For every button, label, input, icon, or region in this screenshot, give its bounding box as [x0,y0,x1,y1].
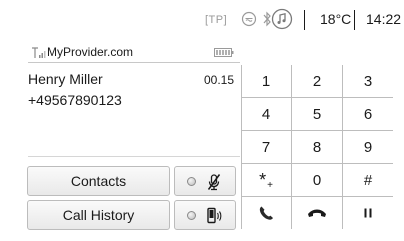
key-6[interactable]: 6 [343,98,393,130]
temperature: 18°C [320,11,352,27]
end-call-button[interactable] [292,197,342,229]
keypad-grid-line [241,196,393,197]
provider-name: MyProvider.com [47,45,134,59]
toggle-indicator [187,177,196,186]
battery-icon [214,48,234,57]
key-2[interactable]: 2 [292,65,342,97]
mute-toggle-button[interactable] [174,166,236,196]
pause-icon [364,208,372,218]
bluetooth-icon [241,11,257,27]
star-symbol: * [259,169,267,190]
toggle-indicator [187,211,196,220]
key-9[interactable]: 9 [343,131,393,163]
key-hash[interactable]: # [343,164,393,196]
clock: 14:22 [366,11,402,27]
contacts-button[interactable]: Contacts [27,166,170,196]
status-divider [354,10,355,30]
keypad-grid-line [241,163,393,164]
status-divider [304,10,305,30]
key-7[interactable]: 7 [241,131,291,163]
caller-number: +49567890123 [28,92,122,108]
hold-button[interactable] [343,197,393,229]
phone-handset-transfer-icon [207,207,222,224]
tp-indicator: [TP] [205,14,228,26]
key-4[interactable]: 4 [241,98,291,130]
handset-transfer-button[interactable] [174,200,236,230]
caller-name: Henry Miller [28,71,103,87]
keypad-grid-line [342,65,343,229]
key-1[interactable]: 1 [241,65,291,97]
phone-call-icon [259,206,273,220]
music-note-icon[interactable] [271,8,293,30]
divider [28,62,240,63]
call-history-button[interactable]: Call History [27,200,170,230]
keypad-grid-line [241,97,393,98]
call-button[interactable] [241,197,291,229]
key-star[interactable]: * + [241,164,291,196]
divider [28,156,240,157]
key-8[interactable]: 8 [292,131,342,163]
key-5[interactable]: 5 [292,98,342,130]
phone-screen: [TP] 18°C 14:22 MyProvider.com Henry Mil… [0,0,404,241]
keypad-grid-line [241,130,393,131]
signal-strength-icon [32,47,46,58]
dial-keypad: 1 2 3 4 5 6 7 8 9 * + 0 # [241,65,393,229]
plus-symbol: + [267,179,273,191]
end-call-icon [308,209,326,217]
key-0[interactable]: 0 [292,164,342,196]
keypad-grid-line [291,65,292,229]
call-duration: 00.15 [204,73,235,87]
microphone-mute-icon [207,174,221,191]
keypad-grid-line [241,65,242,229]
key-3[interactable]: 3 [343,65,393,97]
